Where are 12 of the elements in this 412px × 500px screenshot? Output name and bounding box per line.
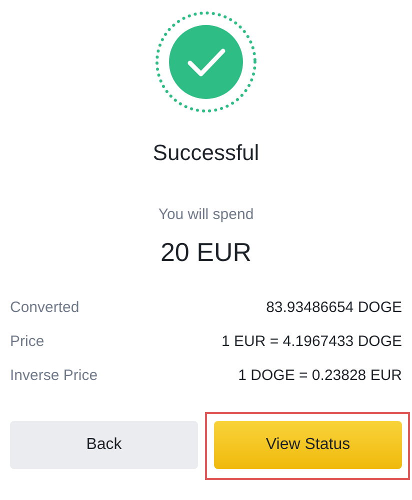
back-button[interactable]: Back <box>10 421 198 469</box>
status-title: Successful <box>152 140 260 166</box>
detail-label: Price <box>10 332 44 351</box>
detail-value: 83.93486654 DOGE <box>266 298 402 317</box>
view-status-button[interactable]: View Status <box>214 421 402 469</box>
spend-label: You will spend <box>158 206 254 223</box>
spend-amount: 20 EUR <box>160 237 252 268</box>
detail-value: 1 DOGE = 0.23828 EUR <box>238 366 402 385</box>
success-check-icon <box>154 10 258 114</box>
detail-label: Converted <box>10 298 80 317</box>
detail-value: 1 EUR = 4.1967433 DOGE <box>221 332 402 351</box>
detail-label: Inverse Price <box>10 366 98 385</box>
